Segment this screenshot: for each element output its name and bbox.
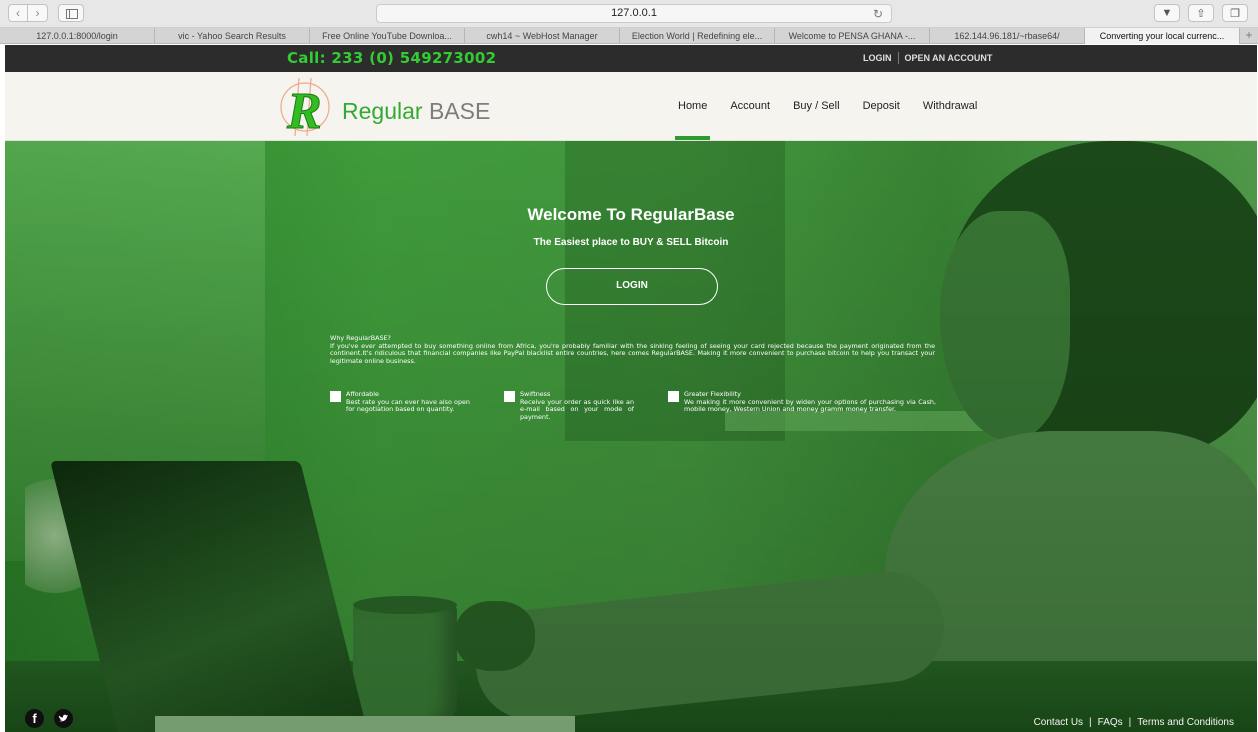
footer-separator: |	[1089, 717, 1092, 728]
logo-letter: R	[286, 83, 322, 138]
forward-button[interactable]: ›	[28, 4, 48, 22]
history-buttons: ‹ ›	[8, 4, 48, 22]
browser-tab[interactable]: cwh14 ~ WebHost Manager	[465, 28, 620, 44]
nav-account[interactable]: Account	[730, 100, 770, 112]
feature-swiftness: Swiftness Receive your order as quick li…	[504, 390, 634, 421]
feature-checkbox[interactable]	[330, 391, 341, 402]
browser-tab[interactable]: Election World | Redefining ele...	[620, 28, 775, 44]
address-bar[interactable]: 127.0.0.1 ↻	[376, 4, 892, 23]
brand-base: BASE	[428, 98, 491, 124]
footer-links: Contact Us | FAQs | Terms and Conditions	[1034, 717, 1234, 728]
top-login-link[interactable]: LOGIN	[857, 53, 898, 64]
brand-regular: Regular	[342, 98, 423, 124]
hero-login-button[interactable]: LOGIN	[546, 268, 718, 305]
new-tab-button[interactable]: +	[1240, 28, 1258, 44]
terms-link[interactable]: Terms and Conditions	[1137, 717, 1234, 728]
sidebar-toggle-button[interactable]	[58, 4, 84, 22]
nav-home[interactable]: Home	[674, 100, 711, 140]
hero-section: Welcome To RegularBase The Easiest place…	[5, 141, 1257, 732]
browser-tab[interactable]: vic - Yahoo Search Results	[155, 28, 310, 44]
browser-tab[interactable]: 162.144.96.181/~rbase64/	[930, 28, 1085, 44]
downloads-icon[interactable]: ▼	[1154, 4, 1180, 22]
browser-tab[interactable]: Free Online YouTube Downloa...	[310, 28, 465, 44]
hero-title: Welcome To RegularBase	[527, 205, 735, 224]
facebook-icon[interactable]: f	[25, 709, 44, 728]
reload-icon[interactable]: ↻	[873, 6, 883, 23]
contact-us-link[interactable]: Contact Us	[1034, 717, 1083, 728]
nav-withdrawal[interactable]: Withdrawal	[923, 100, 977, 112]
hero-tagline: The Easiest place to BUY & SELL Bitcoin	[533, 237, 729, 248]
why-section: Why RegularBASE? If you've ever attempte…	[330, 334, 935, 365]
feature-checkbox[interactable]	[668, 391, 679, 402]
nav-buy-sell[interactable]: Buy / Sell	[793, 100, 839, 112]
why-text: If you've ever attempted to buy somethin…	[330, 341, 935, 365]
social-links: f	[25, 709, 83, 728]
address-text: 127.0.0.1	[611, 7, 657, 19]
feature-text: Receive your order as quick like an e-ma…	[520, 397, 634, 421]
browser-toolbar: ‹ › 127.0.0.1 ↻ ▼ ⇧ ❐	[0, 0, 1258, 28]
browser-tab[interactable]: Welcome to PENSA GHANA -...	[775, 28, 930, 44]
top-links: LOGIN OPEN AN ACCOUNT	[857, 52, 999, 64]
call-number: Call: 233 (0) 549273002	[287, 49, 497, 67]
site-topbar: Call: 233 (0) 549273002 LOGIN OPEN AN AC…	[5, 45, 1257, 72]
feature-text: We making it more convenient by widen yo…	[684, 397, 936, 414]
footer-separator: |	[1128, 717, 1132, 728]
nav-deposit[interactable]: Deposit	[863, 100, 900, 112]
brand-name[interactable]: Regular BASE	[342, 98, 490, 125]
twitter-icon[interactable]	[54, 709, 73, 728]
hero-overlay	[5, 141, 1257, 732]
feature-affordable: Affordable Best rate you can ever have a…	[330, 390, 470, 414]
feature-flexibility: Greater Flexibility We making it more co…	[668, 390, 936, 414]
open-account-link[interactable]: OPEN AN ACCOUNT	[899, 53, 999, 64]
feature-checkbox[interactable]	[504, 391, 515, 402]
browser-tab[interactable]: 127.0.0.1:8000/login	[0, 28, 155, 44]
main-nav: Home Account Buy / Sell Deposit Withdraw…	[674, 100, 1000, 140]
bitcoin-logo-icon[interactable]: R	[275, 76, 335, 141]
tab-bar: 127.0.0.1:8000/login vic - Yahoo Search …	[0, 28, 1258, 44]
back-button[interactable]: ‹	[8, 4, 28, 22]
site-header: R Regular BASE Home Account Buy / Sell D…	[5, 72, 1257, 141]
tabs-overview-icon[interactable]: ❐	[1222, 4, 1248, 22]
feature-text: Best rate you can ever have also open fo…	[346, 397, 470, 414]
faqs-link[interactable]: FAQs	[1098, 717, 1123, 728]
browser-tab-active[interactable]: Converting your local currenc...	[1085, 28, 1240, 44]
share-icon[interactable]: ⇧	[1188, 4, 1214, 22]
